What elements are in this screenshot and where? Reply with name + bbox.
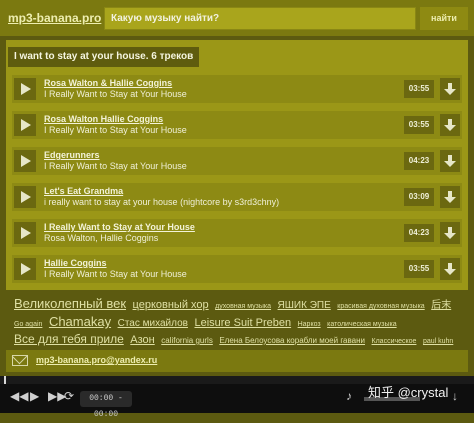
download-arrow-head bbox=[444, 161, 456, 167]
tag-link[interactable]: paul kuhn bbox=[423, 338, 453, 345]
tag-link[interactable]: Все для тебя приле bbox=[14, 332, 124, 346]
track-title: Rosa Walton, Hallie Coggins bbox=[44, 233, 159, 243]
tag-link[interactable]: Великолепный век bbox=[14, 296, 126, 311]
play-icon bbox=[21, 227, 31, 239]
play-icon bbox=[21, 263, 31, 275]
repeat-icon[interactable]: ⟳ bbox=[64, 389, 74, 403]
contact-bar: mp3-banana.pro@yandex.ru bbox=[6, 350, 468, 372]
tag-link[interactable]: Классическое bbox=[372, 338, 417, 345]
download-icon[interactable]: ↓ bbox=[452, 389, 458, 403]
play-icon[interactable]: ▶ bbox=[30, 389, 39, 403]
time-display: 00:00 - 00:00 bbox=[80, 391, 132, 419]
track-title: I Really Want to Stay at Your House bbox=[44, 269, 187, 279]
results-title: I want to stay at your house. 6 треков bbox=[8, 47, 200, 67]
track-row: Rosa Walton Hallie Coggins I Really Want … bbox=[12, 111, 462, 139]
download-arrow-head bbox=[444, 125, 456, 131]
tag-link[interactable]: Азон bbox=[130, 334, 154, 346]
download-arrow-head bbox=[444, 89, 456, 95]
tag-link[interactable]: 后末 bbox=[431, 300, 451, 311]
track-artist-link[interactable]: Edgerunners bbox=[44, 150, 100, 160]
track-artist-link[interactable]: Rosa Walton & Hallie Coggins bbox=[44, 78, 172, 88]
track-title: I Really Want to Stay at Your House bbox=[44, 125, 187, 135]
previous-icon[interactable]: ◀◀ bbox=[10, 389, 28, 403]
play-icon bbox=[21, 155, 31, 167]
volume-icon[interactable]: ♪ bbox=[346, 389, 352, 403]
download-arrow-head bbox=[444, 197, 456, 203]
track-title: I Really Want to Stay at Your House bbox=[44, 89, 187, 99]
play-icon bbox=[21, 191, 31, 203]
track-artist-link[interactable]: Let's Eat Grandma bbox=[44, 186, 123, 196]
tag-link[interactable]: Chamakay bbox=[49, 314, 111, 329]
track-row: Hallie Coggins I Really Want to Stay at Y… bbox=[12, 255, 462, 283]
tag-link[interactable]: церковный хор bbox=[133, 299, 209, 311]
tag-link[interactable]: духовная музыка bbox=[215, 303, 271, 310]
contact-email-link[interactable]: mp3-banana.pro@yandex.ru bbox=[36, 355, 157, 365]
tag-link[interactable]: Leisure Suit Preben bbox=[194, 317, 291, 329]
track-duration: 03:55 bbox=[404, 80, 434, 98]
header-bar: mp3-banana.pro Какую музыку найти? найти bbox=[0, 0, 474, 36]
watermark-text: 知乎 @crystal bbox=[368, 385, 449, 400]
tag-link[interactable]: Наркоз bbox=[298, 321, 321, 328]
tag-link[interactable]: католическая музыка bbox=[327, 321, 396, 328]
progress-marker bbox=[4, 376, 6, 384]
play-button[interactable] bbox=[14, 222, 36, 244]
track-duration: 03:55 bbox=[404, 260, 434, 278]
tag-cloud: Великолепный век церковный хор духовная … bbox=[14, 296, 468, 361]
download-button[interactable] bbox=[440, 186, 460, 208]
track-title: I Really Want to Stay at Your House bbox=[44, 161, 187, 171]
download-button[interactable] bbox=[440, 222, 460, 244]
play-button[interactable] bbox=[14, 186, 36, 208]
download-button[interactable] bbox=[440, 78, 460, 100]
tag-link[interactable]: Go again bbox=[14, 321, 42, 328]
track-duration: 03:55 bbox=[404, 116, 434, 134]
site-logo[interactable]: mp3-banana.pro bbox=[8, 11, 101, 25]
track-row: Let's Eat Grandma i really want to stay a… bbox=[12, 183, 462, 211]
play-icon bbox=[21, 119, 31, 131]
track-duration: 04:23 bbox=[404, 152, 434, 170]
play-button[interactable] bbox=[14, 78, 36, 100]
search-button[interactable]: найти bbox=[420, 7, 468, 30]
tag-link[interactable]: ЯШИК ЭПЕ bbox=[278, 300, 331, 311]
envelope-icon bbox=[12, 355, 28, 366]
download-arrow-head bbox=[444, 269, 456, 275]
tag-link[interactable]: Стас михайлов bbox=[118, 318, 188, 329]
track-title: i really want to stay at your house (nig… bbox=[44, 197, 280, 207]
tag-link[interactable]: california gurls bbox=[161, 336, 213, 345]
track-row: Edgerunners I Really Want to Stay at Your… bbox=[12, 147, 462, 175]
tag-link[interactable]: Елена Белоусова корабли моей гавани bbox=[219, 336, 365, 345]
track-row: I Really Want to Stay at Your House Rosa … bbox=[12, 219, 462, 247]
download-button[interactable] bbox=[440, 258, 460, 280]
track-duration: 03:09 bbox=[404, 188, 434, 206]
track-artist-link[interactable]: I Really Want to Stay at Your House bbox=[44, 222, 195, 232]
track-artist-link[interactable]: Hallie Coggins bbox=[44, 258, 107, 268]
play-button[interactable] bbox=[14, 114, 36, 136]
download-button[interactable] bbox=[440, 150, 460, 172]
track-artist-link[interactable]: Rosa Walton Hallie Coggins bbox=[44, 114, 163, 124]
download-button[interactable] bbox=[440, 114, 460, 136]
play-button[interactable] bbox=[14, 150, 36, 172]
download-arrow-head bbox=[444, 233, 456, 239]
play-button[interactable] bbox=[14, 258, 36, 280]
track-row: Rosa Walton & Hallie Coggins I Really Wan… bbox=[12, 75, 462, 103]
search-input[interactable]: Какую музыку найти? bbox=[104, 7, 416, 30]
play-icon bbox=[21, 83, 31, 95]
track-duration: 04:23 bbox=[404, 224, 434, 242]
tag-link[interactable]: красивая духовная музыка bbox=[337, 303, 424, 310]
